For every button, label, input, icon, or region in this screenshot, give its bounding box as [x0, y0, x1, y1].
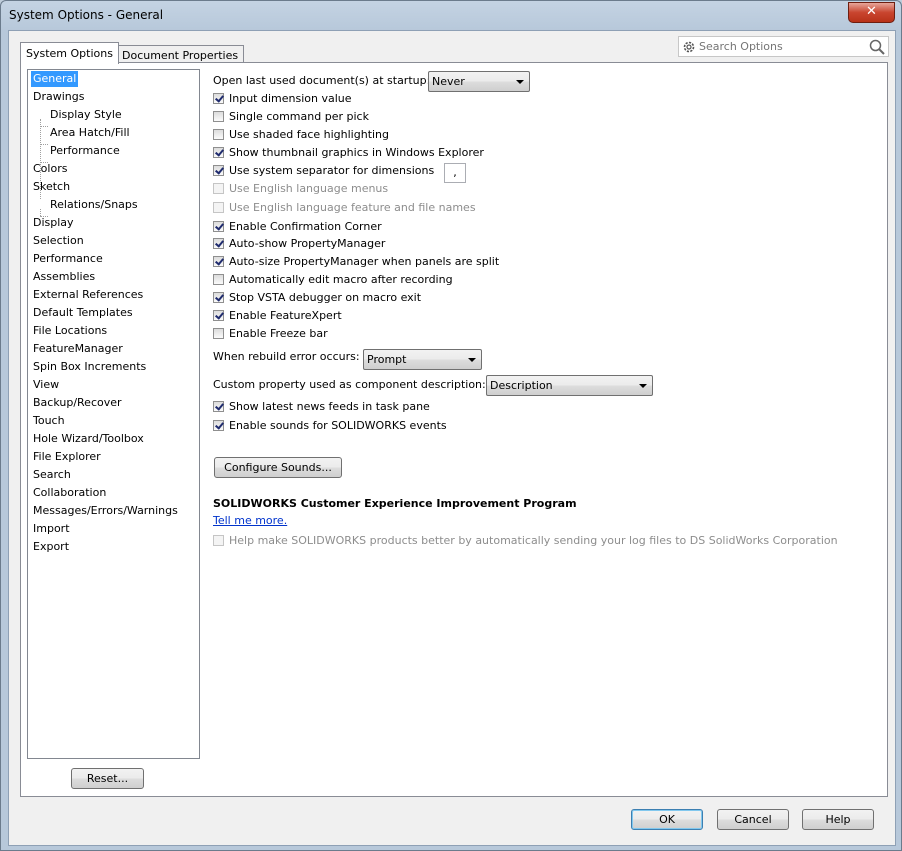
- tree-item-file-explorer[interactable]: File Explorer: [31, 449, 103, 465]
- tree-item-selection[interactable]: Selection: [31, 233, 86, 249]
- checkbox-label: Auto-show PropertyManager: [229, 237, 386, 250]
- tree-item-sketch[interactable]: Sketch: [31, 179, 72, 195]
- custom-property-label: Custom property used as component descri…: [213, 378, 486, 391]
- tree-item-touch[interactable]: Touch: [31, 413, 67, 429]
- open-last-dropdown[interactable]: Never: [428, 71, 530, 92]
- checkbox[interactable]: [213, 401, 224, 412]
- tree-item-import[interactable]: Import: [31, 521, 72, 537]
- tab-system-options[interactable]: System Options: [20, 42, 119, 64]
- open-last-value: Never: [432, 75, 465, 88]
- tree-item-spin-box-increments[interactable]: Spin Box Increments: [31, 359, 148, 375]
- chevron-down-icon: [468, 358, 476, 362]
- tree-item-display-style[interactable]: Display Style: [48, 107, 124, 123]
- separator-field[interactable]: ,: [444, 163, 466, 183]
- tree-item-external-references[interactable]: External References: [31, 287, 145, 303]
- checkbox-label: Automatically edit macro after recording: [229, 273, 453, 286]
- checkbox[interactable]: [213, 310, 224, 321]
- checkbox-label: Show thumbnail graphics in Windows Explo…: [229, 146, 484, 159]
- cancel-button[interactable]: Cancel: [717, 809, 789, 830]
- tree-item-collaboration[interactable]: Collaboration: [31, 485, 108, 501]
- tree-connector: [40, 144, 48, 145]
- tree-item-drawings[interactable]: Drawings: [31, 89, 86, 105]
- checkbox-label: Use shaded face highlighting: [229, 128, 390, 141]
- tree-connector: [40, 126, 48, 127]
- checkbox[interactable]: [213, 420, 224, 431]
- checkbox-label: Auto-size PropertyManager when panels ar…: [229, 255, 500, 268]
- checkbox[interactable]: [213, 238, 224, 249]
- checkbox-label: Input dimension value: [229, 92, 352, 105]
- tree-item-display[interactable]: Display: [31, 215, 76, 231]
- tree-item-performance[interactable]: Performance: [48, 143, 122, 159]
- checkbox-label: Use system separator for dimensions: [229, 164, 435, 177]
- custom-property-dropdown[interactable]: Description: [486, 375, 653, 396]
- chevron-down-icon: [639, 384, 647, 388]
- checkbox-label: Single command per pick: [229, 110, 369, 123]
- checkbox[interactable]: [213, 93, 224, 104]
- checkbox[interactable]: [213, 165, 224, 176]
- tree-item-backup-recover[interactable]: Backup/Recover: [31, 395, 124, 411]
- checkbox-label: Use English language menus: [229, 182, 389, 195]
- search-input[interactable]: [699, 39, 859, 54]
- checkbox[interactable]: [213, 221, 224, 232]
- tree-item-general[interactable]: General: [31, 71, 79, 87]
- checkbox[interactable]: [213, 274, 224, 285]
- system-options-window: System Options - General ✕ System Option…: [0, 0, 902, 851]
- custom-property-value: Description: [490, 379, 553, 392]
- tell-me-more-link[interactable]: Tell me more.: [213, 513, 287, 529]
- checkbox-label: Use English language feature and file na…: [229, 201, 476, 214]
- tree-item-assemblies[interactable]: Assemblies: [31, 269, 97, 285]
- tree-item-view[interactable]: View: [31, 377, 61, 393]
- checkbox[interactable]: [213, 535, 224, 546]
- reset-button[interactable]: Reset...: [71, 768, 144, 789]
- checkbox-label: Enable FeatureXpert: [229, 309, 342, 322]
- tree-item-colors[interactable]: Colors: [31, 161, 69, 177]
- checkbox[interactable]: [213, 147, 224, 158]
- checkbox[interactable]: [213, 129, 224, 140]
- tree-item-file-locations[interactable]: File Locations: [31, 323, 109, 339]
- tree-item-area-hatch-fill[interactable]: Area Hatch/Fill: [48, 125, 132, 141]
- rebuild-error-value: Prompt: [367, 353, 407, 366]
- open-last-label: Open last used document(s) at startup:: [213, 74, 431, 87]
- gear-icon: [683, 41, 695, 53]
- tree-item-performance[interactable]: Performance: [31, 251, 105, 267]
- tree-item-messages-errors-warnings[interactable]: Messages/Errors/Warnings: [31, 503, 180, 519]
- checkbox[interactable]: [213, 183, 224, 194]
- checkbox-label: Enable sounds for SOLIDWORKS events: [229, 419, 447, 432]
- window-title: System Options - General: [9, 8, 164, 22]
- chevron-down-icon: [516, 80, 524, 84]
- search-box[interactable]: [678, 36, 889, 57]
- checkbox[interactable]: [213, 202, 224, 213]
- tree-item-default-templates[interactable]: Default Templates: [31, 305, 135, 321]
- tree-item-relations-snaps[interactable]: Relations/Snaps: [48, 197, 140, 213]
- tree-item-hole-wizard-toolbox[interactable]: Hole Wizard/Toolbox: [31, 431, 146, 447]
- checkbox-label: Stop VSTA debugger on macro exit: [229, 291, 422, 304]
- rebuild-error-dropdown[interactable]: Prompt: [363, 349, 482, 370]
- checkbox-label: Enable Confirmation Corner: [229, 220, 382, 233]
- checkbox[interactable]: [213, 292, 224, 303]
- tree-item-export[interactable]: Export: [31, 539, 71, 555]
- rebuild-error-label: When rebuild error occurs:: [213, 350, 360, 363]
- dialog-client: System Options Document Properties Gener…: [8, 30, 896, 846]
- ceip-heading: SOLIDWORKS Customer Experience Improveme…: [213, 497, 577, 510]
- checkbox[interactable]: [213, 256, 224, 267]
- tree-item-featuremanager[interactable]: FeatureManager: [31, 341, 125, 357]
- configure-sounds-button[interactable]: Configure Sounds...: [214, 457, 342, 478]
- close-button[interactable]: ✕: [848, 2, 895, 23]
- title-bar[interactable]: System Options - General ✕: [1, 1, 901, 31]
- tree-item-search[interactable]: Search: [31, 467, 73, 483]
- tab-panel: General Drawings Display Style Area Hatch/F…: [20, 62, 888, 797]
- help-button[interactable]: Help: [802, 809, 874, 830]
- checkbox[interactable]: [213, 111, 224, 122]
- options-tree[interactable]: General Drawings Display Style Area Hatch/F…: [27, 69, 200, 759]
- checkbox-label: Enable Freeze bar: [229, 327, 328, 340]
- checkbox[interactable]: [213, 328, 224, 339]
- checkbox-label: Show latest news feeds in task pane: [229, 400, 430, 413]
- search-icon[interactable]: [869, 39, 885, 55]
- ok-button[interactable]: OK: [631, 809, 703, 830]
- checkbox-label: Help make SOLIDWORKS products better by …: [229, 534, 838, 547]
